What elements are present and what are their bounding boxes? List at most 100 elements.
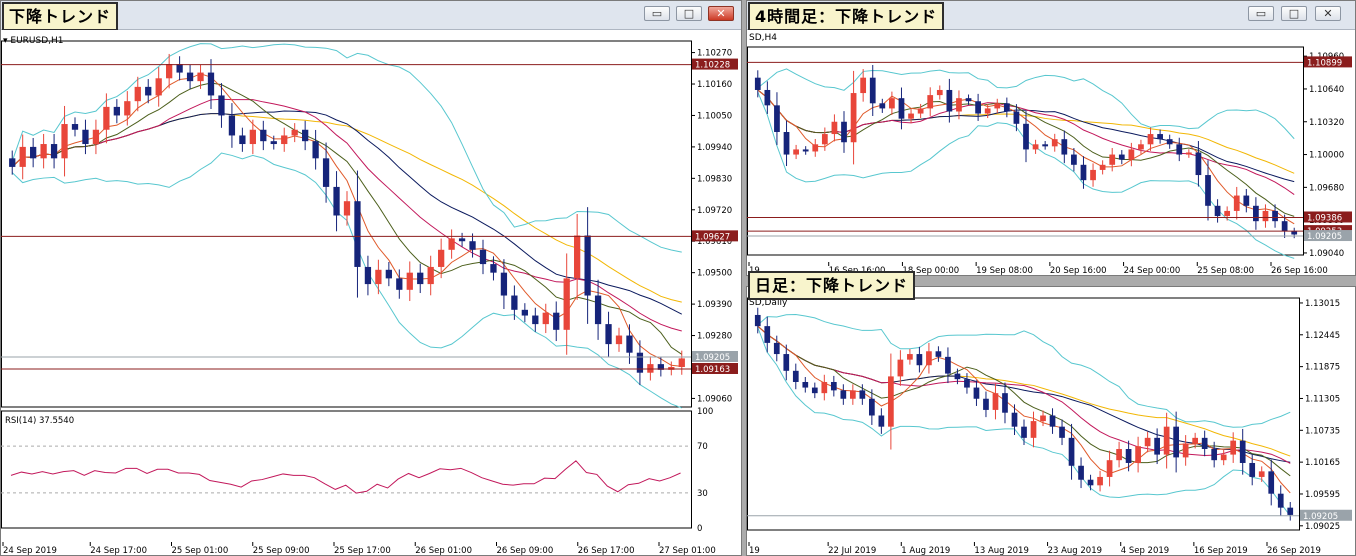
bearish-candle: [50, 144, 58, 159]
bearish-candle: [916, 354, 923, 366]
bearish-candle: [983, 398, 989, 410]
bearish-candle: [964, 379, 970, 388]
daily-window-title: 日足：下降トレンド: [748, 271, 916, 300]
bullish-candle: [917, 108, 924, 114]
h1-symbol-text: EURUSD,H1: [10, 36, 64, 46]
h1-minimize-button[interactable]: ▭: [644, 6, 670, 21]
bearish-candle: [869, 77, 876, 104]
time-axis-label: 27 Sep 01:00: [659, 546, 716, 555]
bearish-candle: [113, 106, 120, 116]
bearish-candle: [1049, 415, 1056, 427]
bearish-candle: [82, 129, 89, 145]
h1-title-bar[interactable]: 下降トレンド ▭ □ ✕: [1, 1, 741, 31]
bearish-candle: [1003, 103, 1010, 112]
bearish-candle: [1166, 139, 1173, 145]
price-tick-label: 1.09500: [697, 269, 732, 279]
h4-title-bar[interactable]: 4時間足：下降トレンド ▭ □ ✕: [747, 1, 1355, 31]
h1-close-button[interactable]: ✕: [708, 6, 734, 21]
h4-chart-area[interactable]: 1.109601.106401.103201.100001.096801.093…: [747, 30, 1355, 275]
bullish-candle: [1144, 437, 1151, 447]
h4-maximize-button[interactable]: □: [1281, 6, 1307, 21]
maximize-icon: □: [1288, 7, 1300, 20]
daily-chart-area[interactable]: 1.13015 1.12445 1.11875 1.11305 1.10735 1.101…: [747, 287, 1355, 555]
daily-chart-svg[interactable]: 1.13015 1.12445 1.11875 1.11305 1.10735 1.101…: [747, 287, 1355, 555]
h1-chart-window: 下降トレンド ▭ □ ✕ 1.10270 1.10160 1.10050 1.0994…: [0, 0, 742, 556]
bullish-candle: [1106, 460, 1113, 477]
bullish-candle: [821, 381, 828, 394]
price-tick-label: 1.10640: [1309, 85, 1344, 95]
h1-window-title: 下降トレンド: [2, 2, 119, 31]
bullish-candle: [1109, 154, 1116, 165]
price-tick-label: 1.10050: [697, 111, 732, 121]
bearish-candle: [239, 135, 246, 145]
bullish-candle: [1099, 164, 1106, 170]
bearish-candle: [1154, 437, 1160, 455]
price-tick-label: 1.09595: [1305, 490, 1340, 500]
bullish-candle: [812, 144, 819, 152]
h1-chart-area[interactable]: 1.10270 1.10160 1.10050 1.09940 1.09830 1.097…: [1, 30, 741, 555]
bullish-candle: [134, 86, 141, 102]
bullish-candle: [61, 124, 68, 159]
bullish-candle: [1030, 421, 1037, 438]
bearish-candle: [773, 342, 780, 355]
bullish-candle: [647, 364, 654, 373]
h1-symbol-label: ▾ EURUSD,H1: [3, 36, 64, 46]
h4-close-button[interactable]: ✕: [1315, 6, 1341, 21]
h4-chart-svg[interactable]: 1.109601.106401.103201.100001.096801.093…: [747, 30, 1355, 275]
price-level-label: 1.10228: [695, 61, 730, 71]
bullish-candle: [1051, 139, 1058, 147]
bearish-candle: [1176, 144, 1183, 155]
price-level-label: 1.09205: [1303, 512, 1338, 522]
bearish-candle: [626, 335, 633, 353]
bearish-candle: [973, 387, 980, 399]
bullish-candle: [1192, 437, 1199, 444]
bearish-candle: [1068, 437, 1075, 466]
bearish-candle: [792, 370, 799, 382]
bearish-candle: [754, 314, 761, 327]
bullish-candle: [166, 64, 173, 79]
chart-background: [747, 30, 1355, 275]
bearish-candle: [1023, 123, 1029, 150]
price-tick-label: 1.10320: [1309, 118, 1344, 128]
bearish-candle: [553, 312, 560, 330]
bearish-candle: [469, 241, 476, 250]
price-level-label: 1.09205: [1307, 232, 1342, 242]
time-axis-label: 24 Sep 2019: [3, 546, 57, 555]
bullish-candle: [992, 393, 999, 410]
bullish-candle: [678, 358, 685, 367]
bearish-candle: [859, 390, 866, 399]
bearish-candle: [1013, 111, 1020, 124]
bullish-candle: [849, 390, 856, 399]
h4-minimize-button[interactable]: ▭: [1248, 6, 1274, 21]
bullish-candle: [1262, 210, 1269, 222]
bearish-candle: [1125, 449, 1132, 463]
h4-window-title: 4時間足：下降トレンド: [748, 2, 945, 31]
bullish-candle: [994, 103, 1001, 109]
bearish-candle: [385, 269, 392, 279]
rsi-tick-label: 100: [697, 407, 713, 417]
bearish-candle: [783, 132, 790, 155]
price-tick-label: 1.09830: [697, 174, 732, 184]
bullish-candle: [897, 359, 904, 377]
bullish-candle: [821, 134, 828, 145]
bearish-candle: [270, 141, 277, 145]
bearish-candle: [965, 98, 972, 102]
bearish-candle: [584, 235, 591, 296]
bearish-candle: [869, 398, 875, 416]
h1-chart-svg[interactable]: 1.10270 1.10160 1.10050 1.09940 1.09830 1.097…: [1, 30, 741, 555]
bearish-candle: [764, 89, 771, 106]
price-tick-label: 1.10735: [1305, 426, 1340, 436]
bullish-candle: [427, 266, 434, 285]
bearish-candle: [1078, 465, 1084, 480]
bearish-candle: [605, 324, 612, 345]
bearish-candle: [935, 351, 942, 357]
bullish-candle: [291, 129, 298, 136]
bearish-candle: [1080, 164, 1087, 181]
price-level-label: 1.09627: [695, 232, 730, 242]
close-icon: ✕: [1323, 7, 1333, 20]
h1-maximize-button[interactable]: □: [676, 6, 702, 21]
bullish-candle: [281, 135, 288, 145]
bullish-candle: [249, 129, 256, 145]
bearish-candle: [521, 309, 528, 316]
price-tick-label: 1.09390: [697, 300, 732, 310]
